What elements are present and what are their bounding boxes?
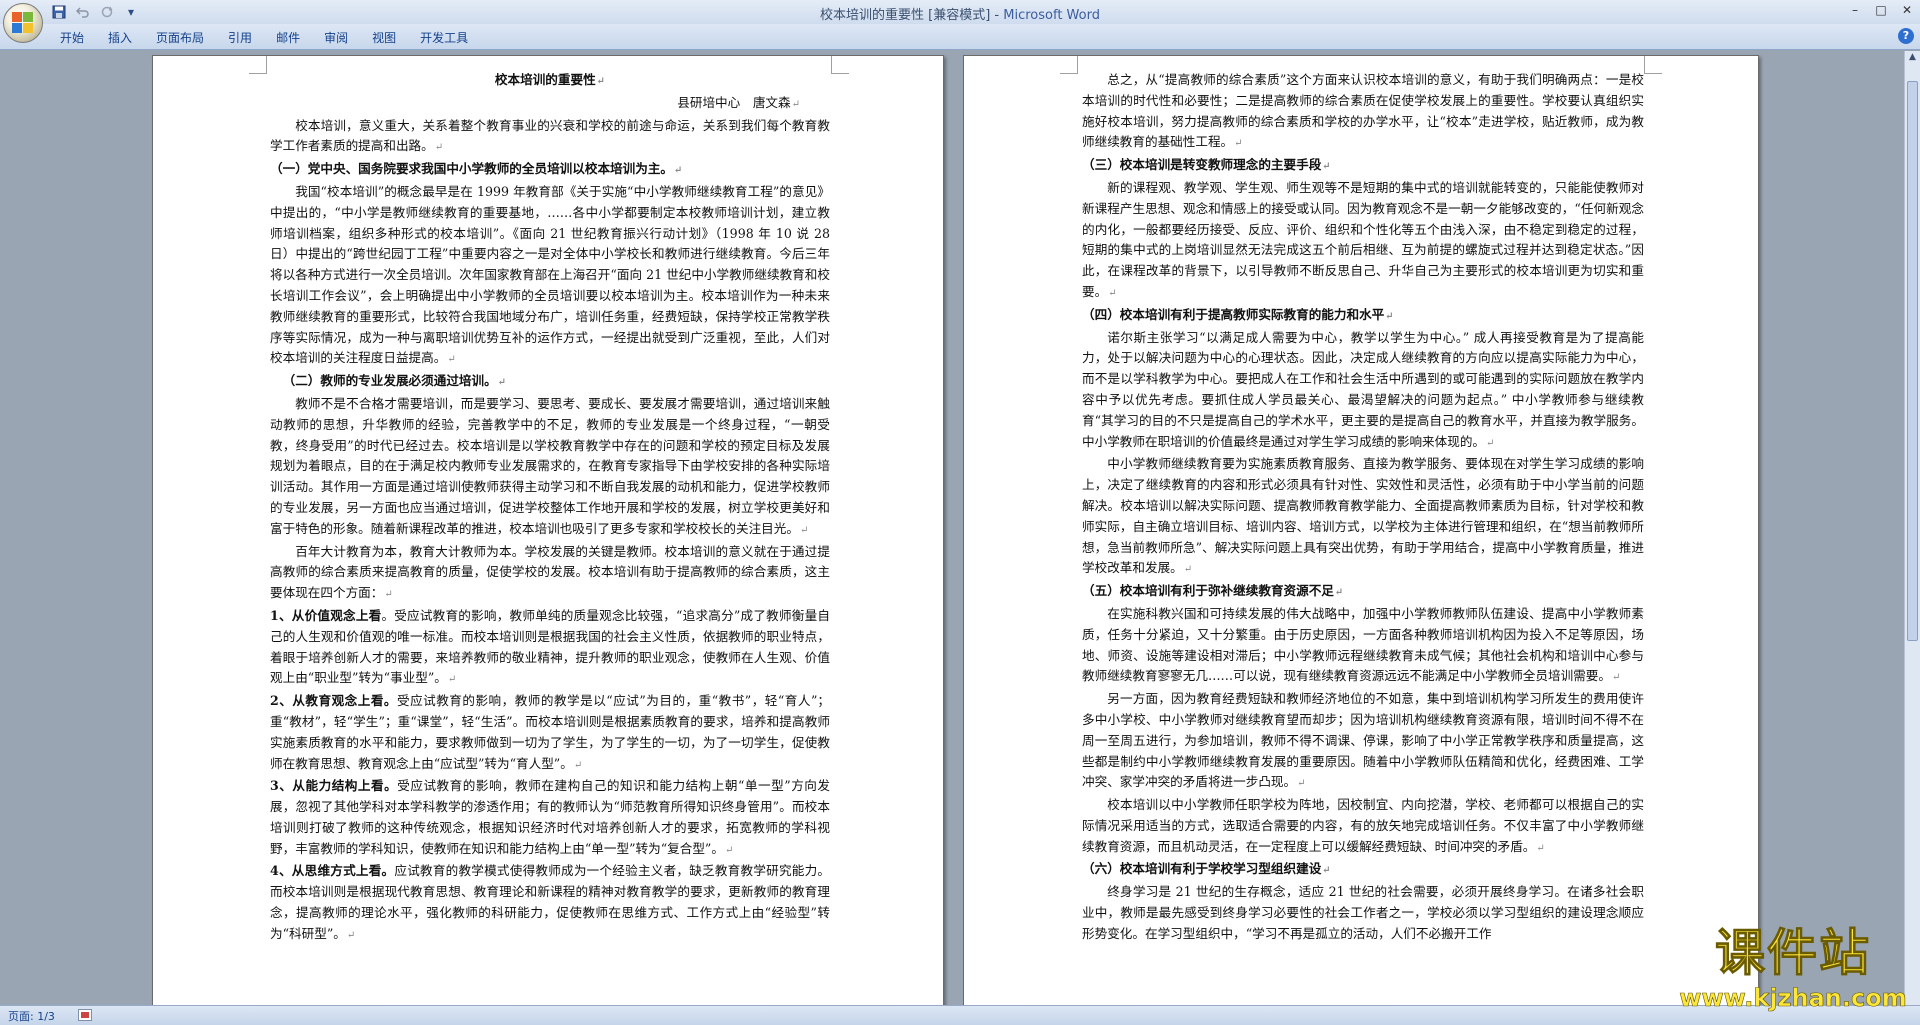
section-heading: （四）校本培训有利于提高教师实际教育的能力和水平↵ [1082, 306, 1394, 322]
tab-developer[interactable]: 开发工具 [408, 27, 480, 48]
maximize-icon[interactable]: □ [1868, 0, 1894, 20]
paragraph: 百年大计教育为本，教育大计教师为本。学校发展的关键是教师。校本培训的意义就在于通… [270, 543, 830, 601]
minimize-icon[interactable]: – [1842, 0, 1868, 20]
crop-mark [831, 56, 849, 74]
section-heading: （六）校本培训有利于学校学习型组织建设↵ [1082, 861, 1331, 877]
paragraph: 校本培训以中小学教师任职学校为阵地，因校制宜、内向挖潜，学校、老师都可以根据自己… [1082, 797, 1644, 854]
customize-qat-button[interactable]: ▾ [122, 3, 140, 21]
title-bar: 校本培训的重要性 [兼容模式] - Microsoft Word ▾ – □ ✕ [0, 0, 1920, 24]
save-icon[interactable] [50, 3, 68, 21]
crop-mark [1644, 56, 1662, 74]
paragraph: 我国“校本培训”的概念最早是在 1999 年教育部《关于实施“中小学教师继续教育… [270, 183, 830, 366]
paragraph: 终身学习是 21 世纪的生存概念，适应 21 世纪的社会需要，必须开展终身学习。… [1082, 884, 1644, 941]
document-title: 校本培训的重要性 [兼容模式] - [820, 8, 1004, 23]
help-icon[interactable]: ? [1898, 28, 1914, 44]
proofing-status-icon[interactable] [78, 1009, 92, 1021]
ribbon: 开始 插入 页面布局 引用 邮件 审阅 视图 开发工具 ? [0, 24, 1920, 50]
paragraph: 新的课程观、教学观、学生观、师生观等不是短期的集中式的培训就能转变的，只能能使教… [1082, 179, 1644, 299]
paragraph: 3、从能力结构上看。受应试教育的影响，教师在建构自己的知识和能力结构上朝“单一型… [270, 778, 830, 856]
scroll-thumb[interactable] [1907, 81, 1918, 641]
section-heading: （三）校本培训是转变教师理念的主要手段↵ [1082, 157, 1331, 173]
section-heading: （一）党中央、国务院要求我国中小学教师的全员培训以校本培训为主。↵ [270, 161, 683, 177]
paragraph: 校本培训，意义重大，关系着整个教育事业的兴衰和学校的前途与命运，关系到我们每个教… [270, 117, 830, 154]
office-logo-icon [12, 12, 34, 34]
page-count[interactable]: 页面: 1/3 [8, 1008, 55, 1024]
paragraph: 教师不是不合格才需要培训，而是要学习、要思考、要成长、要发展才需要培训，通过培训… [270, 395, 830, 536]
scroll-up-icon[interactable]: ▲ [1906, 52, 1920, 66]
tab-review[interactable]: 审阅 [312, 27, 360, 48]
section-heading: （五）校本培训有利于弥补继续教育资源不足↵ [1082, 583, 1344, 599]
page-1-text: 校本培训的重要性↵ 县研培中心 唐文森↵ 校本培训，意义重大，关系着整个教育事业… [270, 70, 830, 947]
paragraph: 总之，从“提高教师的综合素质”这个方面来认识校本培训的意义，有助于我们明确两点：… [1082, 72, 1644, 150]
paragraph: 2、从教育观念上看。受应试教育的影响，教师的教学是以“应试”为目的，重“教书”，… [270, 693, 830, 771]
status-bar: 页面: 1/3 [0, 1005, 1920, 1025]
crop-mark [1060, 56, 1078, 74]
tab-references[interactable]: 引用 [216, 27, 264, 48]
tab-page-layout[interactable]: 页面布局 [144, 27, 216, 48]
window-title: 校本培训的重要性 [兼容模式] - Microsoft Word [0, 4, 1920, 23]
document-page-2[interactable]: 总之，从“提高教师的综合素质”这个方面来认识校本培训的意义，有助于我们明确两点：… [963, 55, 1759, 1005]
undo-icon[interactable] [74, 3, 92, 21]
paragraph: 4、从思维方式上看。应试教育的教学模式使得教师成为一个经验主义者，缺乏教育教学研… [270, 863, 831, 941]
watermark: 课件站 www.kjzhan.com [1668, 922, 1918, 1022]
close-icon[interactable]: ✕ [1894, 0, 1920, 20]
ribbon-tabs: 开始 插入 页面布局 引用 邮件 审阅 视图 开发工具 [48, 27, 480, 48]
watermark-title: 课件站 [1715, 924, 1871, 983]
paragraph: 中小学教师继续教育要为实施素质教育服务、直接为教学服务、要体现在对学生学习成绩的… [1082, 456, 1644, 576]
quick-access-toolbar: ▾ [50, 3, 140, 21]
paragraph: 诺尔斯主张学习“以满足成人需要为中心，教学以学生为中心。” 成人再接受教育是为了… [1082, 329, 1644, 449]
paragraph: 在实施科教兴国和可持续发展的伟大战略中，加强中小学教师教师队伍建设、提高中小学教… [1082, 605, 1644, 684]
document-title-heading: 校本培训的重要性↵ [494, 72, 606, 87]
redo-icon[interactable] [98, 3, 116, 21]
author-line: 县研培中心 唐文森↵ [677, 94, 800, 110]
document-page-1[interactable]: 校本培训的重要性↵ 县研培中心 唐文森↵ 校本培训，意义重大，关系着整个教育事业… [152, 55, 944, 1005]
window-controls: – □ ✕ [1842, 0, 1920, 20]
tab-insert[interactable]: 插入 [96, 27, 144, 48]
tab-view[interactable]: 视图 [360, 27, 408, 48]
tab-home[interactable]: 开始 [48, 27, 96, 48]
section-heading: （二）教师的专业发展必须通过培训。↵ [282, 373, 507, 389]
paragraph: 1、从价值观念上看。受应试教育的影响，教师单纯的质量观念比较强，“追求高分”成了… [270, 607, 830, 686]
office-button[interactable] [3, 3, 43, 43]
document-workspace: 校本培训的重要性↵ 县研培中心 唐文森↵ 校本培训，意义重大，关系着整个教育事业… [0, 51, 1920, 1005]
paragraph: 另一方面，因为教育经费短缺和教师经济地位的不如意，集中到培训机构学习所发生的费用… [1082, 691, 1644, 790]
watermark-url: www.kjzhan.com [1679, 984, 1907, 1013]
crop-mark [249, 56, 267, 74]
page-2-text: 总之，从“提高教师的综合素质”这个方面来认识校本培训的意义，有助于我们明确两点：… [1082, 70, 1644, 945]
vertical-scrollbar[interactable]: ▲ [1904, 51, 1920, 1005]
tab-mailings[interactable]: 邮件 [264, 27, 312, 48]
app-name: Microsoft Word [1003, 8, 1100, 23]
